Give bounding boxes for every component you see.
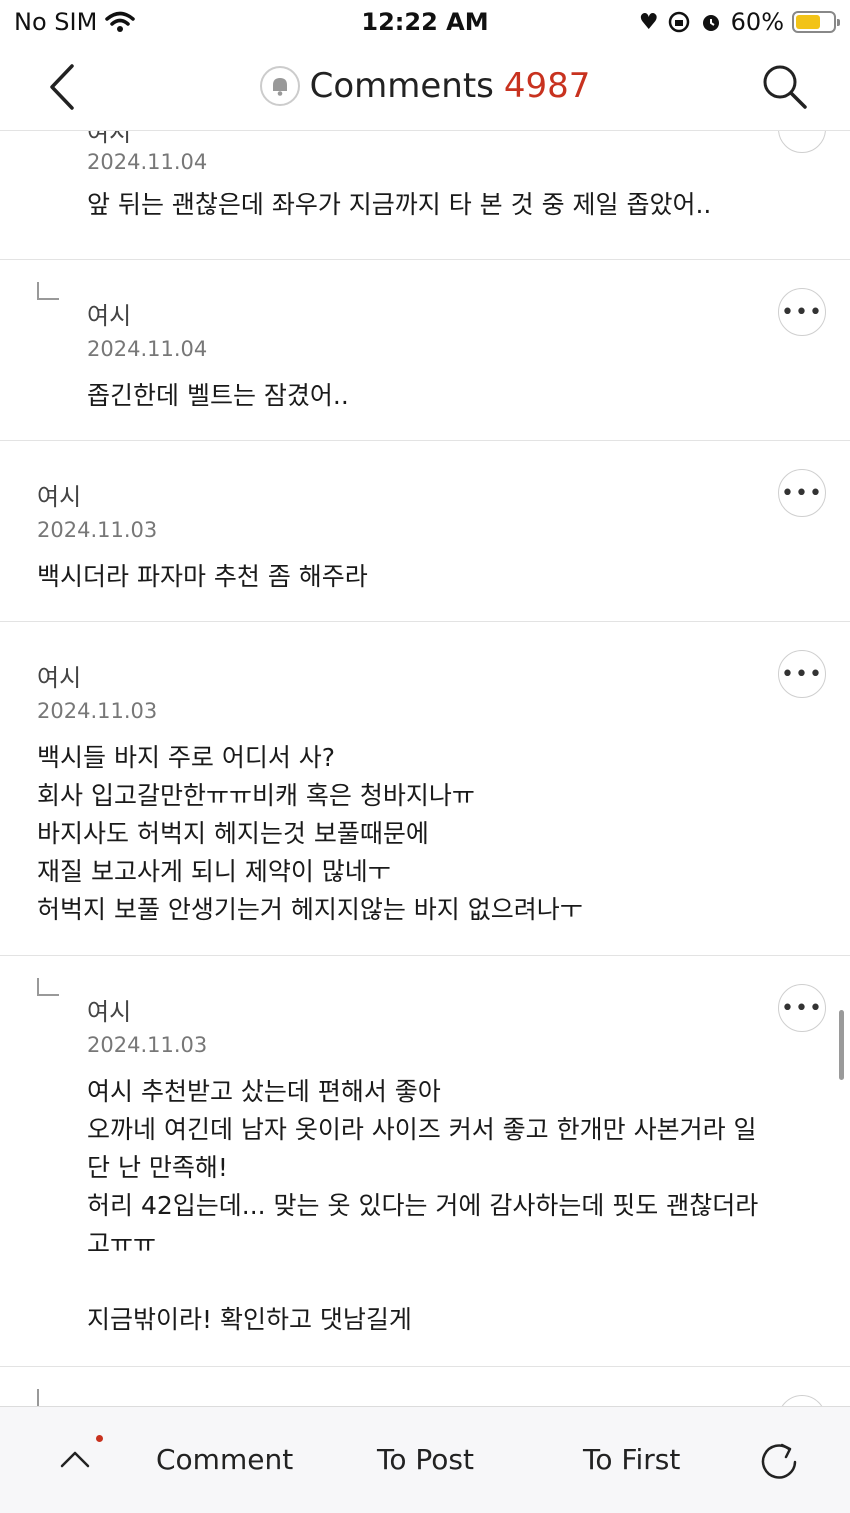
search-icon[interactable] (760, 62, 810, 112)
rotation-lock-icon (668, 11, 689, 33)
comment-count: 4987 (503, 66, 591, 106)
battery-percent: 60% (730, 8, 784, 36)
comment-author: 여시 (87, 131, 132, 147)
comment-body: 여시 추천받고 샀는데 편해서 좋아 오까네 여긴데 남자 옷이라 사이즈 커서… (87, 1077, 759, 1334)
comment-item: 여시 2024.11.03 백시더라 파자마 추천 좀 해주라 ••• (0, 441, 850, 622)
comment-author: 여시 (87, 302, 132, 330)
refresh-icon[interactable] (758, 1441, 800, 1483)
more-options-button[interactable]: ••• (778, 288, 826, 336)
reply-indicator-icon (37, 978, 59, 996)
to-post-button[interactable]: To Post (377, 1443, 474, 1476)
comment-body: 백시더라 파자마 추천 좀 해주라 (37, 562, 368, 591)
comment-date: 2024.11.04 (87, 150, 208, 174)
bottom-toolbar: Comment To Post To First (0, 1406, 850, 1513)
status-right: ♥ 60% (638, 8, 840, 36)
reply-indicator-icon (37, 282, 59, 300)
comment-button[interactable]: Comment (156, 1443, 293, 1476)
reply-indicator-icon (37, 1389, 39, 1406)
comment-author: 여시 (37, 483, 82, 511)
alarm-icon (702, 15, 719, 31)
nav-title-group: Comments 4987 (0, 66, 850, 106)
scrollbar[interactable] (839, 1010, 844, 1080)
more-options-button[interactable]: ••• (778, 469, 826, 517)
comment-item (0, 1367, 850, 1406)
comment-author: 여시 (87, 998, 132, 1026)
battery-icon (792, 11, 840, 33)
comment-body: 백시들 바지 주로 어디서 사? 회사 입고갈만한ㅠㅠ비캐 혹은 청바지나ㅠ 바… (37, 743, 583, 924)
status-bar: No SIM 12:22 AM ♥ 60% (0, 0, 850, 44)
comment-item: 여시 2024.11.04 좁긴한데 벨트는 잠겼어.. ••• (0, 260, 850, 441)
more-options-button[interactable] (778, 1395, 826, 1406)
notification-dot (96, 1435, 103, 1442)
more-options-button[interactable]: ••• (778, 984, 826, 1032)
to-first-button[interactable]: To First (583, 1443, 680, 1476)
navigation-bar: Comments 4987 (0, 44, 850, 131)
more-options-button[interactable]: ••• (778, 650, 826, 698)
comment-date: 2024.11.03 (37, 699, 158, 723)
comment-body: 앞 뒤는 괜찮은데 좌우가 지금까지 타 본 것 중 제일 좁았어.. (87, 190, 712, 219)
page-title: Comments (309, 66, 494, 106)
chevron-up-icon[interactable] (58, 1447, 92, 1471)
comment-list[interactable]: 여시 2024.11.04 앞 뒤는 괜찮은데 좌우가 지금까지 타 본 것 중… (0, 131, 850, 1406)
comment-date: 2024.11.03 (37, 518, 158, 542)
comment-item: 여시 2024.11.04 앞 뒤는 괜찮은데 좌우가 지금까지 타 본 것 중… (0, 131, 850, 260)
more-options-button[interactable]: ••• (778, 131, 826, 153)
comment-author: 여시 (37, 664, 82, 692)
comment-date: 2024.11.04 (87, 337, 208, 361)
comment-date: 2024.11.03 (87, 1033, 208, 1057)
comment-item: 여시 2024.11.03 백시들 바지 주로 어디서 사? 회사 입고갈만한ㅠ… (0, 622, 850, 956)
comment-body: 좁긴한데 벨트는 잠겼어.. (87, 381, 349, 410)
comment-item: 여시 2024.11.03 여시 추천받고 샀는데 편해서 좋아 오까네 여긴데… (0, 956, 850, 1367)
heart-icon: ♥ (638, 9, 659, 35)
notification-bell-icon[interactable] (259, 66, 300, 106)
